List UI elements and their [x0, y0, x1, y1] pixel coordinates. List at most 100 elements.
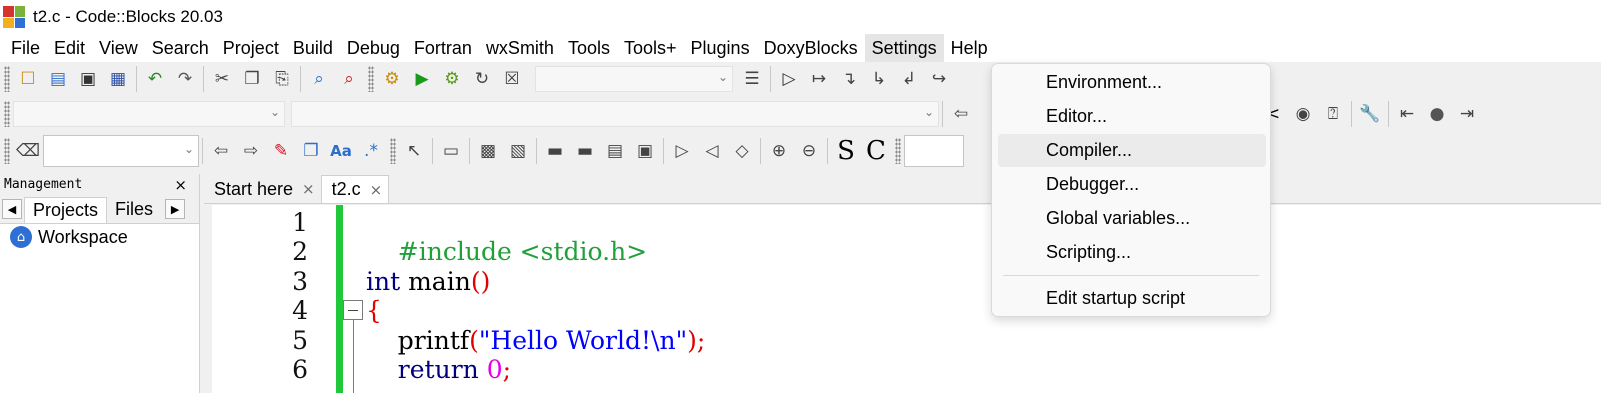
toolbar-grip[interactable] [368, 66, 374, 92]
menu-item-compiler[interactable]: Compiler... [998, 134, 1266, 167]
info-icon[interactable]: ◉ [1290, 101, 1316, 127]
paste-icon[interactable]: ⎘ [269, 66, 295, 92]
close-icon[interactable]: × [174, 174, 187, 196]
return-icon[interactable]: ◇ [729, 138, 755, 164]
tab-start-here[interactable]: Start here × [204, 175, 321, 203]
toolbar-grip[interactable] [4, 138, 10, 164]
close-icon[interactable]: × [370, 181, 383, 199]
menu-debug[interactable]: Debug [340, 34, 407, 62]
find-prev-icon[interactable]: ⇦ [208, 138, 234, 164]
find-icon[interactable]: ⌕ [306, 66, 332, 92]
next-instruction-icon[interactable]: ↪ [926, 66, 952, 92]
clear-search-icon[interactable]: ⌫ [15, 138, 41, 164]
find-next-icon[interactable]: ⇨ [238, 138, 264, 164]
menu-edit[interactable]: Edit [47, 34, 92, 62]
menu-plugins[interactable]: Plugins [684, 34, 757, 62]
loop-block-icon[interactable]: ▧ [505, 138, 531, 164]
toolbar-separator [202, 138, 203, 164]
next-line-icon[interactable]: ↴ [836, 66, 862, 92]
menu-item-debugger[interactable]: Debugger... [998, 168, 1266, 201]
menu-view[interactable]: View [92, 34, 145, 62]
strip-comments-button[interactable]: S [833, 136, 859, 166]
function-combo[interactable]: ⌄ [291, 101, 939, 127]
menu-search[interactable]: Search [145, 34, 216, 62]
toolbar-grip[interactable] [4, 66, 10, 92]
regex-icon[interactable]: .* [358, 138, 384, 164]
step-into-icon[interactable]: ↳ [866, 66, 892, 92]
wrench-icon[interactable]: 🔧 [1357, 101, 1383, 127]
toolbar-grip[interactable] [390, 138, 396, 164]
zoom-in-icon[interactable]: ⊕ [766, 138, 792, 164]
menu-tools-plus[interactable]: Tools+ [617, 34, 684, 62]
menu-item-edit-startup-script[interactable]: Edit startup script [998, 282, 1266, 315]
open-icon[interactable]: ▤ [45, 66, 71, 92]
toolbar-input[interactable] [904, 135, 964, 167]
block-icon[interactable]: ▭ [438, 138, 464, 164]
toolbar-grip[interactable] [4, 101, 10, 127]
highlight-icon[interactable]: ✎ [268, 138, 294, 164]
menu-doxyblocks[interactable]: DoxyBlocks [757, 34, 865, 62]
tree-item-workspace[interactable]: ⌂ Workspace [0, 224, 199, 250]
menu-item-scripting[interactable]: Scripting... [998, 236, 1266, 269]
menu-wxsmith[interactable]: wxSmith [479, 34, 561, 62]
save-all-icon[interactable]: ▦ [105, 66, 131, 92]
while-icon[interactable]: ▤ [602, 138, 628, 164]
menu-project[interactable]: Project [216, 34, 286, 62]
run-to-cursor-icon[interactable]: ↦ [806, 66, 832, 92]
codeblocks-logo-icon [3, 6, 25, 28]
code-editor[interactable]: 1 2 3 4 5 6 #include <stdio.h> int main(… [212, 205, 1601, 393]
match-case-icon[interactable]: Aa [328, 138, 354, 164]
build-target-combo[interactable]: ⌄ [535, 66, 733, 92]
bookmark-next-icon[interactable]: ⇥ [1454, 101, 1480, 127]
menu-item-global-variables[interactable]: Global variables... [998, 202, 1266, 235]
save-icon[interactable]: ▣ [75, 66, 101, 92]
menu-fortran[interactable]: Fortran [407, 34, 479, 62]
menu-help[interactable]: Help [944, 34, 995, 62]
identifier-text: printf [397, 326, 470, 355]
selected-text-icon[interactable]: ❐ [298, 138, 324, 164]
zoom-out-icon[interactable]: ⊖ [796, 138, 822, 164]
scope-combo[interactable]: ⌄ [13, 101, 285, 127]
bookmark-prev-icon[interactable]: ⇤ [1394, 101, 1420, 127]
chevron-left-icon[interactable]: ◀ [2, 199, 22, 219]
switch-icon[interactable]: ▬ [542, 138, 568, 164]
copy-icon[interactable]: ❐ [239, 66, 265, 92]
tab-t2-c[interactable]: t2.c × [320, 175, 390, 203]
code-format-button[interactable]: C [863, 136, 889, 166]
cut-icon[interactable]: ✂ [209, 66, 235, 92]
close-icon[interactable]: × [302, 180, 315, 198]
debug-start-icon[interactable]: ▷ [776, 66, 802, 92]
abort-icon[interactable]: ☒ [499, 66, 525, 92]
menu-settings[interactable]: Settings [864, 34, 944, 62]
new-file-icon[interactable]: ☐ [15, 66, 41, 92]
menu-build[interactable]: Build [286, 34, 340, 62]
tab-projects[interactable]: Projects [24, 197, 108, 223]
break-icon[interactable]: ▷ [669, 138, 695, 164]
chevron-right-icon[interactable]: ▶ [165, 199, 186, 219]
tab-files[interactable]: Files [107, 197, 161, 223]
help-icon[interactable]: ⍰ [1320, 101, 1346, 127]
for-icon[interactable]: ▣ [632, 138, 658, 164]
jump-back-icon[interactable]: ⇦ [948, 101, 974, 127]
if-block-icon[interactable]: ▩ [475, 138, 501, 164]
menu-tools[interactable]: Tools [561, 34, 617, 62]
build-icon[interactable]: ⚙ [379, 66, 405, 92]
pointer-icon[interactable]: ↖ [401, 138, 427, 164]
build-and-run-icon[interactable]: ⚙ [439, 66, 465, 92]
step-out-icon[interactable]: ↲ [896, 66, 922, 92]
undo-icon[interactable]: ↶ [142, 66, 168, 92]
menu-item-environment[interactable]: Environment... [998, 66, 1266, 99]
replace-icon[interactable]: ⌕ [336, 66, 362, 92]
redo-icon[interactable]: ↷ [172, 66, 198, 92]
rebuild-icon[interactable]: ↻ [469, 66, 495, 92]
run-icon[interactable]: ▶ [409, 66, 435, 92]
bookmark-toggle-icon[interactable]: ● [1424, 101, 1450, 127]
case-icon[interactable]: ▬ [572, 138, 598, 164]
search-input[interactable]: ⌄ [43, 135, 199, 167]
menu-item-editor[interactable]: Editor... [998, 100, 1266, 133]
fold-collapse-icon[interactable] [343, 300, 363, 320]
target-options-icon[interactable]: ☰ [739, 66, 765, 92]
continue-icon[interactable]: ◁ [699, 138, 725, 164]
menu-file[interactable]: File [4, 34, 47, 62]
toolbar-grip[interactable] [895, 138, 901, 164]
